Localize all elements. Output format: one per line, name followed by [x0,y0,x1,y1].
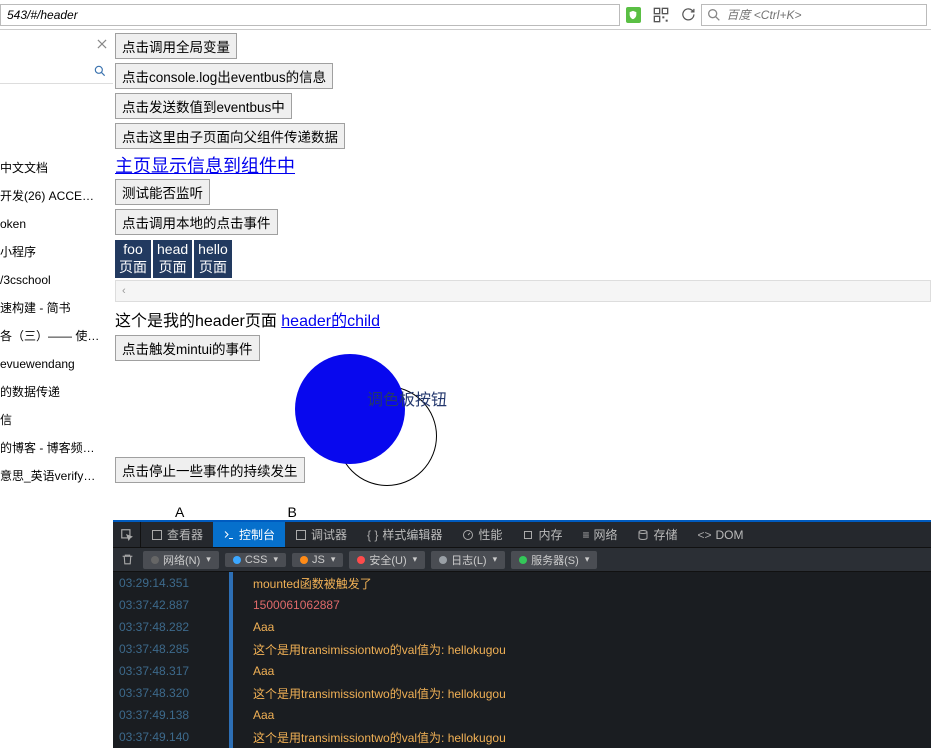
filter-css[interactable]: CSS▾ [225,553,286,567]
sidebar-search-icon[interactable] [93,64,107,78]
nav-box[interactable]: head页面 [153,240,192,278]
devtools-tabs: 查看器 控制台 调试器 { }样式编辑器 性能 内存 ≡网络 存储 <>DOM [113,522,931,548]
btn-test-listen[interactable]: 测试能否监听 [115,179,210,205]
sidebar-link[interactable]: evuewendang [0,350,113,378]
sidebar-links: 中文文档开发(26) ACCE…oken小程序/3cschool速构建 - 简书… [0,154,113,490]
console-filter-bar: 网络(N)▾ CSS▾ JS▾ 安全(U)▾ 日志(L)▾ 服务器(S)▾ [113,548,931,572]
log-timestamp: 03:29:14.351 [119,576,229,590]
log-message: 这个是用transimissiontwo的val值为: hellokugou [253,729,506,746]
chevron-bar[interactable]: ‹ [115,280,931,302]
palette-label: 调色板按钮 [367,386,447,410]
nav-box[interactable]: hello页面 [194,240,232,278]
sidebar-link[interactable]: /3cschool [0,266,113,294]
log-timestamp: 03:37:49.140 [119,730,229,744]
sidebar-link[interactable]: 各（三）—— 使… [0,322,113,350]
console-log-row: 03:37:48.285 这个是用transimissiontwo的val值为: … [113,638,931,660]
browser-toolbar [0,0,931,30]
page-content: 点击调用全局变量 点击console.log出eventbus的信息 点击发送数… [113,30,931,520]
clear-console-icon[interactable] [117,553,137,566]
log-timestamp: 03:37:48.320 [119,686,229,700]
log-message: 这个是用transimissiontwo的val值为: hellokugou [253,685,506,702]
filter-log[interactable]: 日志(L)▾ [431,551,505,569]
main-page-link[interactable]: 主页显示信息到组件中 [115,156,295,176]
log-timestamp: 03:37:49.138 [119,708,229,722]
nav-box[interactable]: foo页面 [115,240,151,278]
console-log-row: 03:37:49.140 这个是用transimissiontwo的val值为: … [113,726,931,748]
console-log-area[interactable]: 03:29:14.351 mounted函数被触发了 03:37:42.887 150… [113,572,931,748]
sidebar-link[interactable]: 意思_英语verify… [0,462,113,490]
left-sidebar: 中文文档开发(26) ACCE…oken小程序/3cschool速构建 - 简书… [0,30,113,679]
log-message: Aaa [253,620,274,634]
log-message: 1500061062887 [253,598,340,612]
sidebar-link[interactable]: 中文文档 [0,154,113,182]
log-message: 这个是用transimissiontwo的val值为: hellokugou [253,641,506,658]
log-timestamp: 03:37:42.887 [119,598,229,612]
ab-row: A B [115,504,931,520]
tab-memory[interactable]: 内存 [512,522,572,547]
circle-area: 调色板按钮 点击停止一些事件的持续发生 [115,364,931,504]
tab-style-editor[interactable]: { }样式编辑器 [357,522,452,547]
sidebar-link[interactable]: 信 [0,406,113,434]
close-icon[interactable] [95,37,109,51]
log-timestamp: 03:37:48.285 [119,642,229,656]
filter-security[interactable]: 安全(U)▾ [349,551,425,569]
btn-child-to-parent[interactable]: 点击这里由子页面向父组件传递数据 [115,123,345,149]
header-line: 这个是我的header页面 header的child [115,304,931,334]
sidebar-link[interactable]: 小程序 [0,238,113,266]
sidebar-link[interactable]: 速构建 - 简书 [0,294,113,322]
nav-row: foo页面head页面hello页面 [115,240,931,278]
tab-network[interactable]: ≡网络 [572,522,627,547]
sidebar-link[interactable]: 的博客 - 博客频… [0,434,113,462]
sidebar-link[interactable]: 的数据传递 [0,378,113,406]
btn-local-click[interactable]: 点击调用本地的点击事件 [115,209,278,235]
btn-mintui[interactable]: 点击触发mintui的事件 [115,335,260,361]
filter-network[interactable]: 网络(N)▾ [143,551,219,569]
tab-inspector[interactable]: 查看器 [141,522,213,547]
qr-code-icon[interactable] [653,7,669,23]
filter-server[interactable]: 服务器(S)▾ [511,551,597,569]
console-log-row: 03:37:42.887 1500061062887 [113,594,931,616]
search-icon [706,7,722,23]
sidebar-link[interactable]: oken [0,210,113,238]
sidebar-link[interactable]: 开发(26) ACCE… [0,182,113,210]
tab-debugger[interactable]: 调试器 [285,522,357,547]
btn-global-var[interactable]: 点击调用全局变量 [115,33,237,59]
reload-icon[interactable] [681,7,696,23]
console-log-row: 03:37:48.282 Aaa [113,616,931,638]
console-log-row: 03:37:49.138 Aaa [113,704,931,726]
browser-search[interactable] [701,4,927,26]
btn-stop-events[interactable]: 点击停止一些事件的持续发生 [115,457,305,483]
tab-console[interactable]: 控制台 [213,522,285,547]
security-shield-icon[interactable] [626,7,641,23]
console-log-row: 03:29:14.351 mounted函数被触发了 [113,572,931,594]
tab-storage[interactable]: 存储 [627,522,687,547]
log-message: Aaa [253,708,274,722]
tab-dom[interactable]: <>DOM [688,522,754,547]
header-child-link[interactable]: header的child [281,313,380,330]
console-log-row: 03:37:48.320 这个是用transimissiontwo的val值为: … [113,682,931,704]
log-message: Aaa [253,664,274,678]
search-input[interactable] [726,8,926,22]
filter-js[interactable]: JS▾ [292,553,343,567]
devtools-panel: 查看器 控制台 调试器 { }样式编辑器 性能 内存 ≡网络 存储 <>DOM … [113,520,931,748]
log-timestamp: 03:37:48.317 [119,664,229,678]
header-text: 这个是我的header页面 [115,313,281,330]
log-message: mounted函数被触发了 [253,575,372,592]
url-input[interactable] [0,4,620,26]
btn-console-log[interactable]: 点击console.log出eventbus的信息 [115,63,333,89]
btn-send-eventbus[interactable]: 点击发送数值到eventbus中 [115,93,292,119]
tab-performance[interactable]: 性能 [452,522,512,547]
log-timestamp: 03:37:48.282 [119,620,229,634]
element-picker-icon[interactable] [113,522,141,547]
